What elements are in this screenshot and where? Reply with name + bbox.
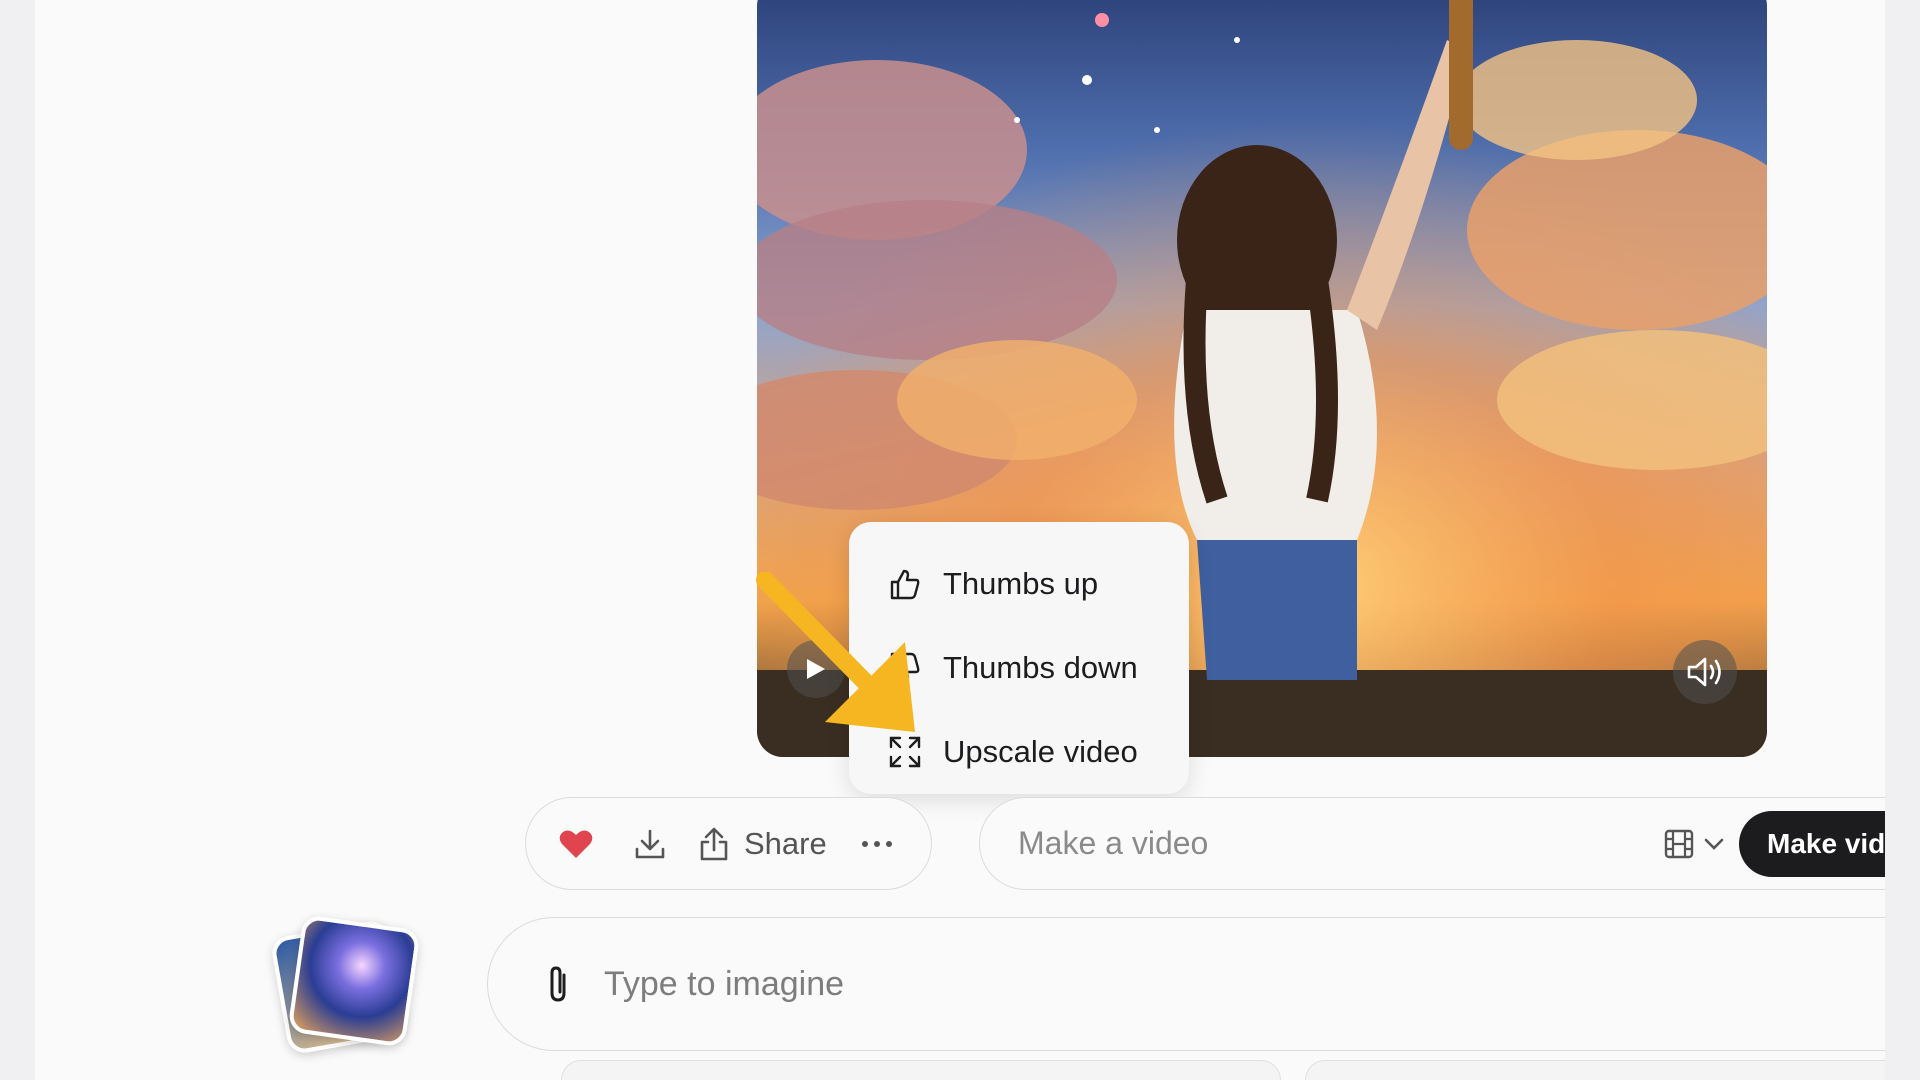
- like-button[interactable]: [554, 814, 598, 874]
- suggestion-card[interactable]: [561, 1060, 1281, 1080]
- paperclip-icon: [550, 966, 566, 1002]
- chevron-down-icon: [1704, 838, 1724, 850]
- volume-button[interactable]: [1673, 640, 1737, 704]
- share-button[interactable]: Share: [698, 814, 827, 874]
- volume-icon: [1687, 657, 1721, 687]
- left-edge: [0, 0, 35, 1080]
- right-edge: [1885, 0, 1920, 1080]
- video-actions-bar: Share: [525, 797, 932, 890]
- attach-button[interactable]: [538, 964, 578, 1004]
- film-icon: [1664, 829, 1694, 858]
- imagine-input-bar: Type to imagine: [487, 917, 1885, 1051]
- share-icon: [700, 827, 728, 860]
- heart-icon: [559, 830, 593, 858]
- menu-item-label: Thumbs down: [943, 650, 1138, 685]
- video-prompt-input[interactable]: Make a video: [1018, 825, 1663, 862]
- video-format-dropdown[interactable]: [1663, 828, 1725, 860]
- more-dots-icon: [861, 840, 892, 847]
- menu-item-label: Thumbs up: [943, 566, 1099, 601]
- download-icon: [635, 829, 665, 858]
- share-label: Share: [744, 825, 827, 861]
- menu-item-label: Upscale video: [943, 734, 1138, 769]
- make-video-label: Make video: [1767, 827, 1885, 859]
- imagine-input[interactable]: Type to imagine: [604, 965, 844, 1004]
- download-button[interactable]: [628, 814, 672, 874]
- reference-thumbnail: [287, 914, 421, 1048]
- video-prompt-bar: Make a video Make video: [979, 797, 1885, 890]
- suggestion-card[interactable]: [1305, 1060, 1885, 1080]
- app-stage: Thumbs up Thumbs down Upscale video Shar…: [35, 0, 1885, 1080]
- make-video-button[interactable]: Make video: [1739, 810, 1885, 877]
- more-options-button[interactable]: [855, 814, 899, 874]
- reference-image-stack[interactable]: [267, 914, 421, 1056]
- annotation-arrow: [756, 572, 915, 732]
